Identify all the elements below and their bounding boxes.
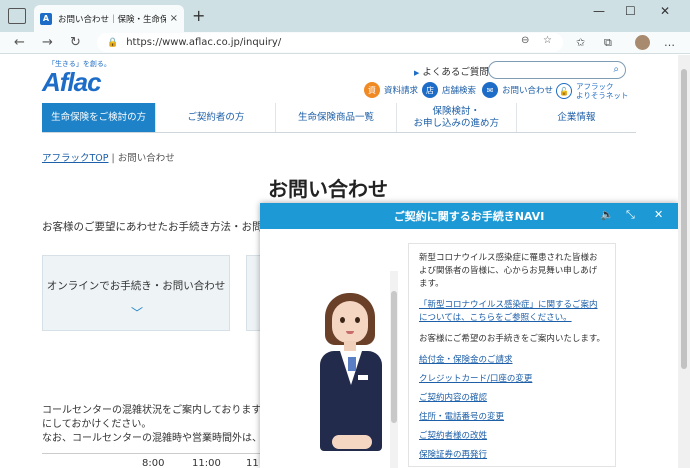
request-documents-label: 資料請求 [384,86,419,96]
procedure-navi-panel: ご契約に関するお手続きNAVI 🔈 ⤡ ✕ 新型コロナウイルス感染症に罹患された… [260,203,678,468]
request-documents-link[interactable]: 資 資料請求 [364,82,418,98]
reload-button[interactable]: ↻ [70,35,81,50]
avatar-mouth [346,331,354,334]
chevron-down-icon: ﹀ [131,306,144,320]
shrink-icon[interactable]: ⤡ [626,208,635,222]
zoom-icon[interactable]: ⊖ [521,35,529,46]
covid-info-link[interactable]: 「新型コロナウイルス感染症」に関するご案内については、こちらをご参照ください。 [419,299,605,325]
avatar-eye-left [340,317,345,323]
guide-avatar [310,271,400,468]
option-name-change[interactable]: ご契約者様の改姓 [419,430,605,443]
table-cell-3: 11 [246,458,259,468]
store-icon: 店 [422,82,438,98]
maximize-button[interactable]: ☐ [625,4,636,18]
nav-application-line1: 保険検討・ [432,105,480,117]
page-scrollbar[interactable] [678,55,690,468]
favicon-icon: A [40,12,52,25]
page-title: お問い合わせ [268,177,388,201]
webpage: 「生きる」を創る。 Aflac ▶ よくあるご質問 ⌕ 資 資料請求 店 店舗検索… [0,55,678,468]
nav-considering-insurance[interactable]: 生命保険をご検討の方 [42,103,157,132]
breadcrumb-separator: | [111,153,115,164]
breadcrumb-home-link[interactable]: アフラックTOP [42,153,109,164]
back-button[interactable]: ← [14,35,25,50]
table-cell-1: 8:00 [142,458,165,468]
sound-icon[interactable]: 🔈 [600,208,614,221]
option-change-card-account[interactable]: クレジットカード/口座の変更 [419,373,605,386]
close-window-button[interactable]: ✕ [660,4,670,18]
option-reissue-policy[interactable]: 保険証券の再発行 [419,449,605,462]
navi-scroll-thumb[interactable] [391,291,397,423]
arrow-right-icon: ▶ [414,69,420,77]
intro-text: お客様のご要望にあわせたお手続き方法・お問 [42,221,263,233]
avatar-face [332,301,368,343]
minimize-button[interactable]: — [593,4,605,18]
contact-link[interactable]: ✉ お問い合わせ [482,82,553,98]
collections-icon[interactable]: ⧉ [604,36,612,50]
tab-close-icon[interactable]: × [170,13,178,24]
store-search-label: 店舗検索 [442,86,477,96]
navi-title: ご契約に関するお手続きNAVI [393,210,545,223]
profile-avatar[interactable] [635,35,650,50]
address-toolbar: ← → ↻ 🔒 https://www.aflac.co.jp/inquiry/… [0,32,690,54]
covid-notice: 新型コロナウイルス感染症に罹患された皆様および関係者の皆様に、心からお見舞い申し… [419,253,598,289]
address-bar[interactable]: 🔒 https://www.aflac.co.jp/inquiry/ ⊖ ☆ [97,33,563,52]
aflac-logo[interactable]: Aflac [42,67,102,98]
store-search-link[interactable]: 店 店舗検索 [422,82,476,98]
avatar-scarf [348,357,356,371]
tab-actions-icon[interactable] [8,8,26,24]
yorisou-line2: よりそうネット [576,91,629,100]
url-text[interactable]: https://www.aflac.co.jp/inquiry/ [126,37,281,48]
yorisou-net-label: アフラック よりそうネット [576,82,628,100]
search-icon[interactable]: ⌕ [613,64,619,75]
option-change-address-phone[interactable]: 住所・電話番号の変更 [419,411,605,424]
breadcrumb: アフラックTOP | お問い合わせ [42,150,175,164]
avatar-eye-right [355,317,360,323]
avatar-badge [358,375,368,380]
nav-policyholders[interactable]: ご契約者の方 [156,103,277,132]
tab-title: お問い合わせ｜保険・生命保険はアフラック [58,14,166,25]
more-menu-icon[interactable]: … [664,36,675,49]
navi-header: ご契約に関するお手続きNAVI 🔈 ⤡ ✕ [260,203,678,229]
call-center-text-1: コールセンターの混雑状況をご案内しております。ご [42,405,281,416]
site-search-input[interactable]: ⌕ [488,61,626,79]
browser-titlebar: A お問い合わせ｜保険・生命保険はアフラック × + — ☐ ✕ [0,0,690,32]
yorisou-line1: アフラック [576,82,614,91]
navi-message-card: 新型コロナウイルス感染症に罹患された皆様および関係者の皆様に、心からお見舞い申し… [408,243,616,467]
navi-scrollbar[interactable] [390,271,398,468]
new-tab-button[interactable]: + [192,6,205,25]
online-inquiry-label: オンラインでお手続き・お問い合わせ [46,280,226,292]
navi-body: 新型コロナウイルス感染症に罹患された皆様および関係者の皆様に、心からお見舞い申し… [260,229,678,468]
document-icon: 資 [364,82,380,98]
favorite-star-icon[interactable]: ☆ [543,35,552,46]
avatar-hands [332,435,372,449]
nav-application-line2: お申し込みの進め方 [413,117,499,129]
navi-close-icon[interactable]: ✕ [654,208,663,221]
congestion-table: 8:00 11:00 11 [42,453,262,468]
call-center-text-2: にしておかけください。 [42,419,152,430]
nav-product-list[interactable]: 生命保険商品一覧 [276,103,397,132]
breadcrumb-current: お問い合わせ [117,153,175,164]
browser-tab[interactable]: A お問い合わせ｜保険・生命保険はアフラック × [34,5,184,32]
page-scroll-thumb[interactable] [681,69,687,369]
faq-label: よくあるご質問 [422,67,489,78]
mail-icon: ✉ [482,82,498,98]
nav-application-label: 保険検討・ お申し込みの進め方 [413,106,499,130]
faq-link[interactable]: ▶ よくあるご質問 [414,64,489,78]
unlock-icon: 🔓 [556,83,572,99]
navi-prompt: お客様にご希望のお手続きをご案内いたします。 [419,334,605,344]
call-center-text-3: なお、コールセンターの混雑時や営業時間外は、オ [42,433,272,444]
yorisou-net-link[interactable]: 🔓 アフラック よりそうネット [556,82,628,100]
nav-application-steps[interactable]: 保険検討・ お申し込みの進め方 [397,103,517,132]
forward-button[interactable]: → [42,35,53,50]
table-cell-2: 11:00 [192,458,221,468]
option-check-contract[interactable]: ご契約内容の確認 [419,392,605,405]
nav-corporate-info[interactable]: 企業情報 [517,103,636,132]
option-claim-benefits[interactable]: 給付金・保険金のご請求 [419,354,605,367]
lock-icon: 🔒 [107,37,119,48]
global-nav: 生命保険をご検討の方 ご契約者の方 生命保険商品一覧 保険検討・ お申し込みの進め… [42,103,636,133]
contact-label: お問い合わせ [502,86,554,96]
favorites-icon[interactable]: ✩ [576,36,585,49]
online-inquiry-card[interactable]: オンラインでお手続き・お問い合わせ ﹀ [42,255,230,331]
